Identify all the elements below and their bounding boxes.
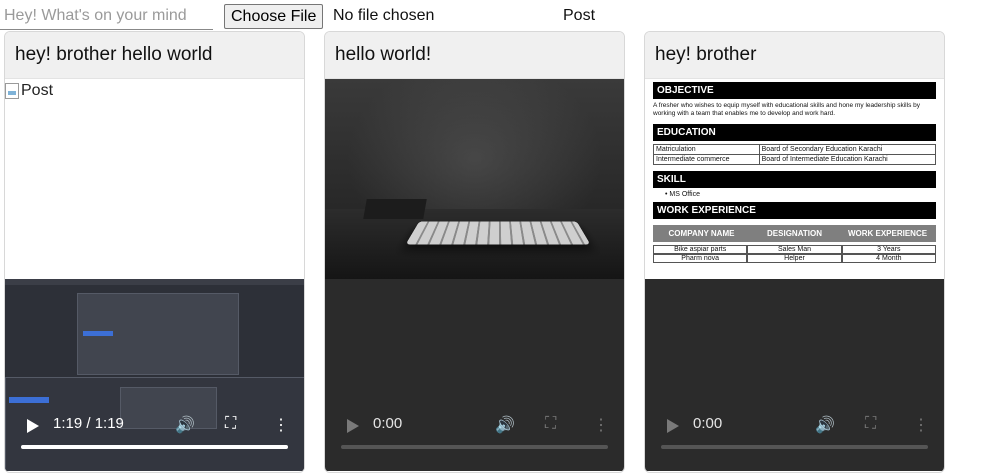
- education-cell: Intermediate commerce: [653, 154, 760, 165]
- education-table: Matriculation Board of Secondary Educati…: [653, 144, 937, 165]
- video-progress-bar[interactable]: [661, 445, 928, 449]
- video-time: 1:19 / 1:19: [53, 415, 124, 432]
- post-card: hey! brother hello world Post 1:19 / 1:1…: [4, 31, 305, 473]
- post-button[interactable]: Post: [563, 7, 595, 25]
- video-progress-bar[interactable]: [341, 445, 608, 449]
- post-composer: Choose File No file chosen Post: [0, 0, 999, 32]
- video-time: 0:00: [693, 415, 723, 432]
- post-card: hey! brother OBJECTIVE A fresher who wis…: [644, 31, 945, 473]
- video-controls: 1:19 / 1:19 🔊 ⛶ ⋮: [5, 413, 304, 471]
- post-image: [325, 79, 624, 279]
- more-options-icon[interactable]: ⋮: [593, 415, 609, 435]
- more-options-icon[interactable]: ⋮: [273, 415, 289, 435]
- post-title: hey! brother hello world: [5, 32, 304, 79]
- more-options-icon[interactable]: ⋮: [913, 415, 929, 435]
- post-video[interactable]: 0:00 🔊 ⛶ ⋮: [325, 279, 624, 471]
- education-cell: Matriculation: [653, 144, 760, 155]
- education-cell: Board of Secondary Education Karachi: [758, 144, 937, 155]
- fullscreen-icon[interactable]: ⛶: [225, 415, 236, 433]
- objective-heading: OBJECTIVE: [653, 82, 936, 99]
- post-title: hey! brother: [645, 32, 944, 79]
- video-controls: 0:00 🔊 ⛶ ⋮: [645, 413, 944, 471]
- work-row: Pharm nova Helper 4 Month: [653, 254, 936, 263]
- play-icon[interactable]: [667, 419, 679, 433]
- education-heading: EDUCATION: [653, 124, 936, 141]
- post-video[interactable]: 0:00 🔊 ⛶ ⋮: [645, 279, 944, 471]
- play-icon[interactable]: [27, 419, 39, 433]
- broken-image-icon: [5, 83, 19, 99]
- resume-document: OBJECTIVE A fresher who wishes to equip …: [645, 79, 944, 279]
- work-row: Bike aspiar parts Sales Man 3 Years: [653, 245, 936, 254]
- post-card: hello world! 0:00 🔊 ⛶ ⋮: [324, 31, 625, 473]
- post-title: hello world!: [325, 32, 624, 79]
- play-icon[interactable]: [347, 419, 359, 433]
- video-controls: 0:00 🔊 ⛶ ⋮: [325, 413, 624, 471]
- fullscreen-icon[interactable]: ⛶: [865, 415, 876, 433]
- post-image: Post: [5, 79, 304, 279]
- broken-image-alt: Post: [5, 82, 53, 100]
- volume-icon[interactable]: 🔊: [495, 415, 515, 435]
- keyboard-photo: [405, 221, 591, 245]
- fullscreen-icon[interactable]: ⛶: [545, 415, 556, 433]
- post-input[interactable]: [0, 3, 213, 30]
- work-heading: WORK EXPERIENCE: [653, 202, 936, 219]
- skill-item: • MS Office: [665, 191, 701, 198]
- volume-icon[interactable]: 🔊: [175, 415, 195, 435]
- file-status-text: No file chosen: [333, 7, 435, 24]
- education-cell: Board of Intermediate Education Karachi: [758, 154, 937, 165]
- volume-icon[interactable]: 🔊: [815, 415, 835, 435]
- objective-text: A fresher who wishes to equip myself wit…: [653, 102, 920, 117]
- skill-heading: SKILL: [653, 171, 936, 188]
- work-table-header: COMPANY NAME DESIGNATION WORK EXPERIENCE: [653, 225, 936, 242]
- video-progress-bar[interactable]: [21, 445, 288, 449]
- post-video[interactable]: 1:19 / 1:19 🔊 ⛶ ⋮: [5, 279, 304, 471]
- choose-file-button[interactable]: Choose File: [224, 4, 324, 29]
- post-image: OBJECTIVE A fresher who wishes to equip …: [645, 79, 944, 279]
- video-time: 0:00: [373, 415, 403, 432]
